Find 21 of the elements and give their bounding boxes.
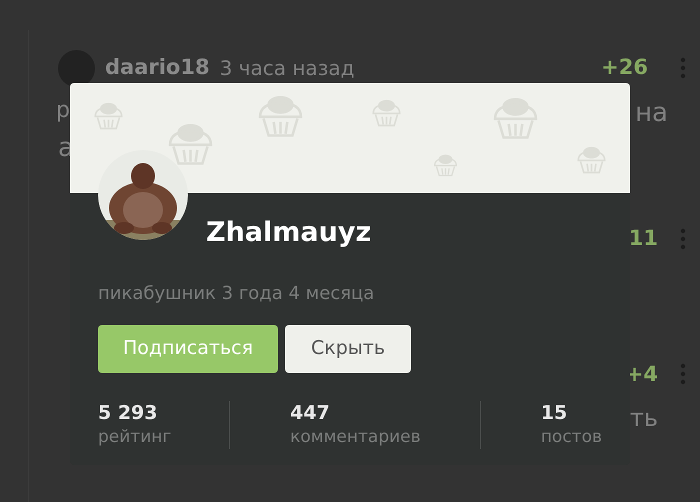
more-icon[interactable] [680,228,686,250]
stat-label: постов [540,426,602,448]
comment-text: р [56,97,70,125]
comment-time: 3 часа назад [220,55,354,82]
stat-value: 447 [290,400,331,424]
more-icon[interactable] [680,363,686,386]
hide-button[interactable]: Скрыть [285,324,411,372]
username[interactable]: Zhalmauyz [206,217,372,248]
reply-rating: +4 [626,360,658,388]
stat-label: комментариев [290,426,422,448]
more-icon[interactable] [680,57,686,79]
reply-text: ть [630,403,658,434]
author-avatar[interactable] [58,50,95,86]
stat-value: 15 [540,400,568,424]
reply-rating: 11 [628,225,658,252]
member-duration: пикабушник 3 года 4 месяца [98,282,376,306]
stat-label: рейтинг [98,426,172,448]
author-name[interactable]: daario18 [105,52,210,84]
comment-rating: +26 [601,54,648,82]
stat-value: 5 293 [98,400,158,424]
comment-text: на [635,97,668,130]
